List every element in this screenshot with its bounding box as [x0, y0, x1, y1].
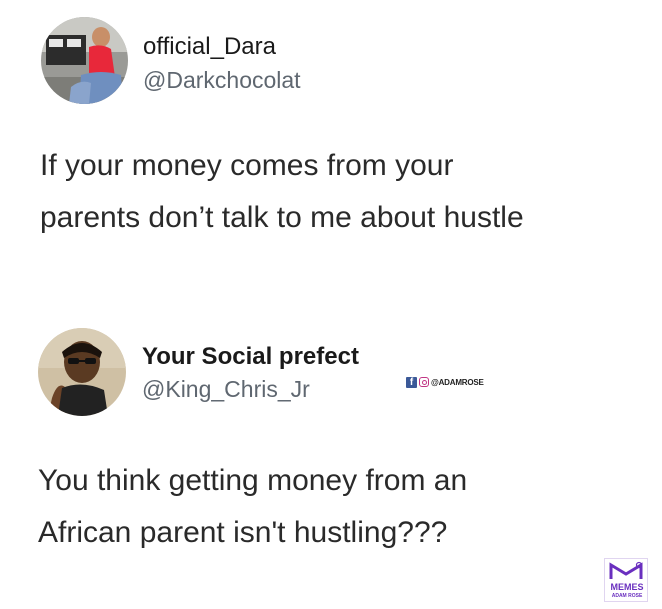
logo-word: MEMES	[610, 582, 644, 592]
avatar-photo-icon	[38, 328, 126, 416]
tweet-text-line: African parent isn't hustling???	[38, 516, 448, 549]
logo-subtitle: ADAM ROSE	[611, 593, 643, 599]
tweet-text-line: You think getting money from an	[38, 464, 468, 497]
facebook-icon: f	[406, 376, 417, 388]
display-name[interactable]: Your Social prefect	[142, 343, 359, 371]
instagram-icon	[419, 377, 429, 387]
tweet-text-line: parents don’t talk to me about hustle	[40, 201, 524, 234]
tweet-text: If your money comes from your parents do…	[40, 140, 524, 244]
avatar-photo-icon	[41, 17, 128, 104]
avatar[interactable]	[41, 17, 128, 104]
memes-logo: MEMES ADAM ROSE	[604, 558, 648, 602]
watermark-tag: f @ADAMROSE	[406, 376, 484, 388]
user-handle[interactable]: @Darkchocolat	[143, 67, 301, 94]
display-name[interactable]: official_Dara	[143, 33, 276, 61]
tweet-1: official_Dara @Darkchocolat If your mone…	[0, 0, 662, 300]
tweet-2: Your Social prefect @King_Chris_Jr You t…	[0, 300, 662, 609]
tweet-text: You think getting money from an African …	[38, 455, 467, 559]
user-handle[interactable]: @King_Chris_Jr	[142, 376, 310, 403]
watermark-text: @ADAMROSE	[431, 377, 484, 387]
avatar[interactable]	[38, 328, 126, 416]
memes-m-icon	[609, 561, 643, 579]
tweet-text-line: If your money comes from your	[40, 149, 454, 182]
